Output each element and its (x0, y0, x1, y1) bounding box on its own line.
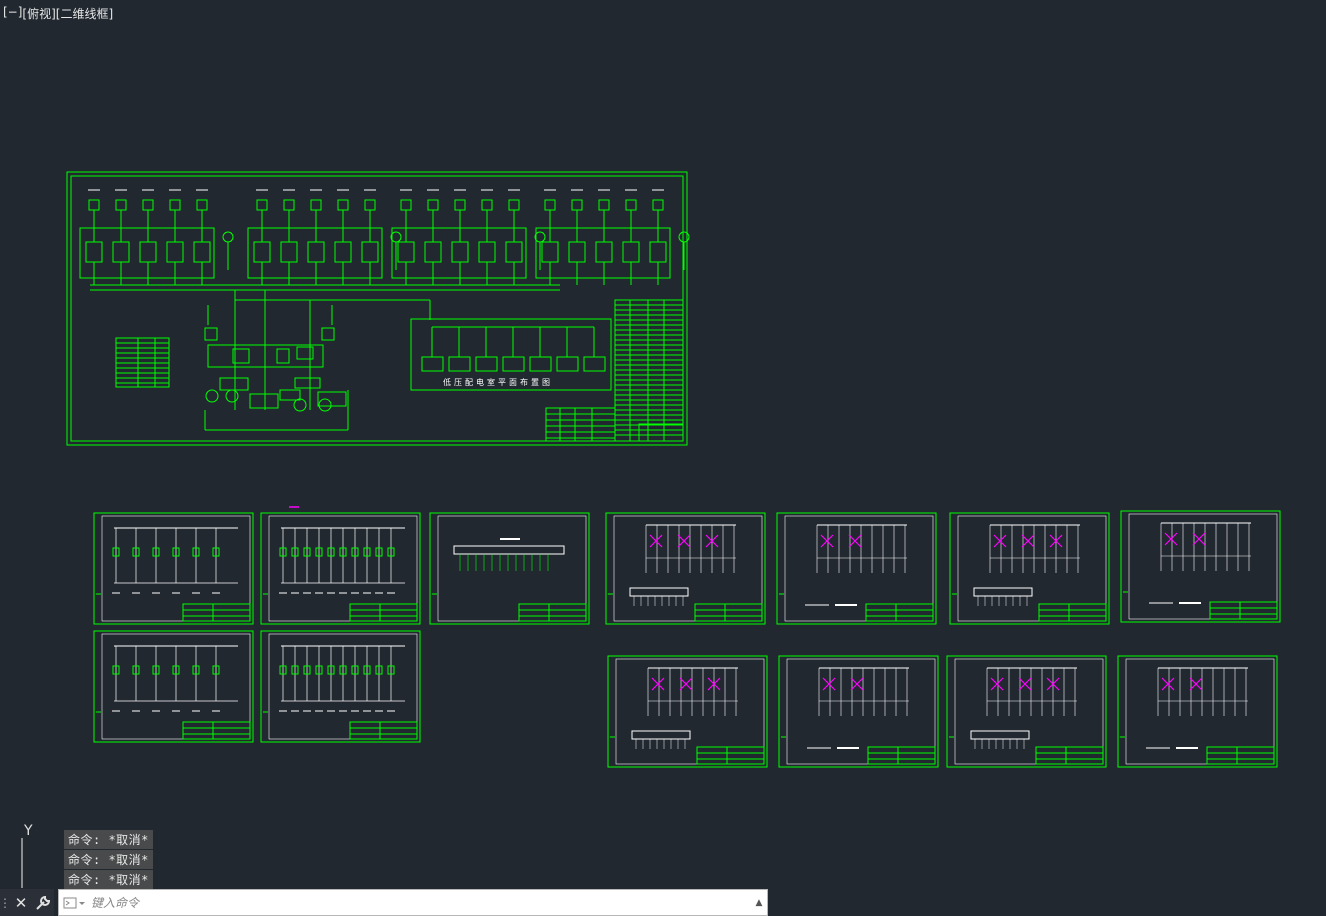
grip-handle-icon[interactable]: ⋮ (0, 889, 11, 916)
sheet-grid[interactable] (93, 510, 1281, 768)
command-line: ⋮ ✕ ▲ (0, 889, 768, 916)
history-up-icon[interactable]: ▲ (751, 898, 767, 908)
drawing-sheet[interactable] (260, 630, 421, 743)
drawing-sheet[interactable] (93, 630, 254, 743)
ucs-icon (21, 838, 23, 888)
switchgear-block (247, 189, 402, 285)
drawing-sheet[interactable] (429, 512, 590, 625)
drawing-sheet[interactable] (776, 512, 937, 625)
drawing-sheet[interactable] (946, 655, 1107, 768)
drawing-canvas[interactable]: 低压配电室平面布置图 (0, 0, 1326, 916)
drawing-sheet[interactable] (778, 655, 939, 768)
main-sheet-caption: 低压配电室平面布置图 (443, 377, 553, 387)
drawing-sheet[interactable] (949, 512, 1110, 625)
command-prompt-icon[interactable] (59, 890, 89, 915)
drawing-sheet[interactable] (1120, 510, 1281, 623)
switchgear-block (391, 189, 546, 285)
switchgear-block (79, 189, 234, 285)
command-history-line: 命令: *取消* (64, 850, 153, 869)
command-input-box[interactable]: ▲ (58, 889, 768, 916)
command-input[interactable] (89, 890, 751, 915)
main-sheet[interactable] (66, 171, 690, 446)
wrench-icon[interactable] (32, 889, 54, 916)
drawing-sheet[interactable] (607, 655, 768, 768)
drawing-sheet[interactable] (1117, 655, 1278, 768)
drawing-sheet[interactable] (605, 512, 766, 625)
ucs-y-label: Y (24, 823, 33, 839)
command-history-line: 命令: *取消* (64, 830, 153, 849)
close-icon[interactable]: ✕ (10, 889, 32, 916)
drawing-sheet[interactable] (93, 512, 254, 625)
command-history-line: 命令: *取消* (64, 870, 153, 889)
switchgear-block (535, 189, 690, 285)
drawing-sheet[interactable] (260, 512, 421, 625)
